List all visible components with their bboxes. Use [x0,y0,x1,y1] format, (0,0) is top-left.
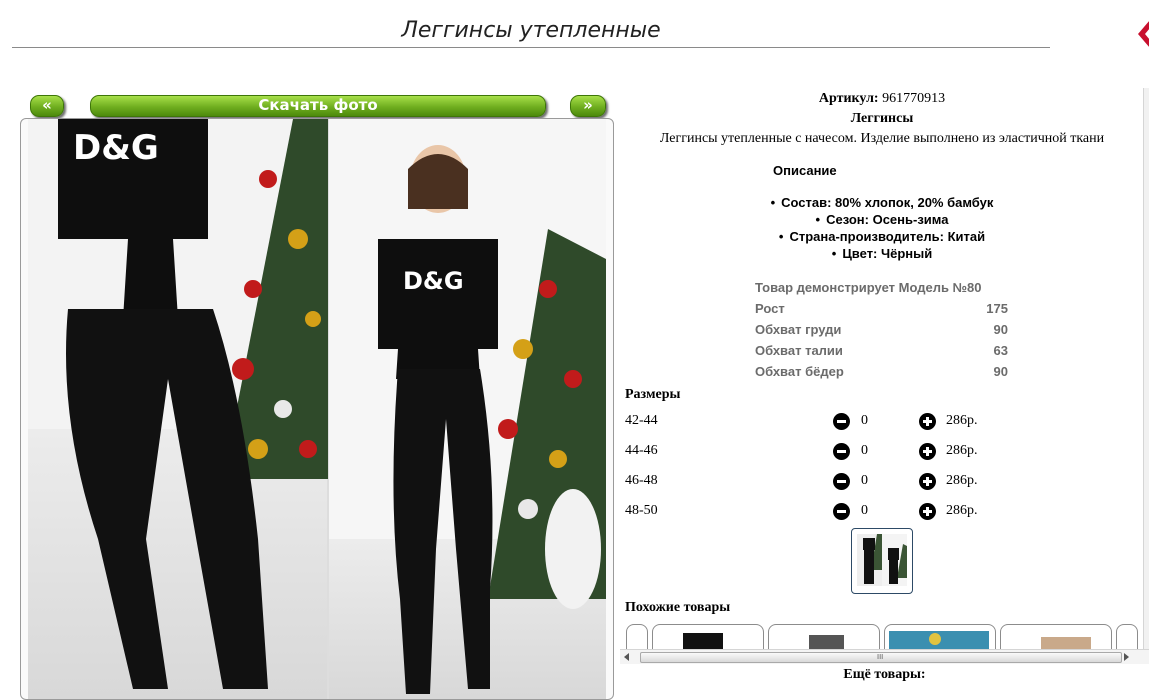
scroll-left-icon[interactable] [624,653,629,661]
scrollbar-thumb[interactable]: III [640,652,1122,663]
size-row: 42-44 0 286р. [625,409,1144,431]
measurement-value: 63 [993,343,1008,358]
size-price: 286р. [946,413,978,428]
description-heading: Описание [773,163,837,178]
plus-circle-icon[interactable] [919,503,936,520]
measurement-label: Рост [755,301,785,316]
title-divider [12,47,1050,48]
scroll-right-icon[interactable] [1124,653,1129,661]
size-row: 44-46 0 286р. [625,439,1144,461]
measurement-value: 90 [993,364,1008,379]
measurement-label: Обхват бёдер [755,364,844,379]
measurement-value [986,277,1008,298]
size-price: 286р. [946,503,978,518]
similar-product-card[interactable] [884,624,996,650]
feature-item: Сезон: Осень-зима [620,211,1144,228]
size-label: 44-46 [625,443,658,458]
size-price: 286р. [946,473,978,488]
measurement-value: 175 [986,301,1008,316]
measurement-row: Обхват груди 90 [755,319,1008,340]
measurement-value: 90 [993,322,1008,337]
measurement-row: Рост 175 [755,298,1008,319]
prev-photo-button[interactable]: « [30,95,64,117]
similar-product-image [683,633,723,650]
size-label: 46-48 [625,473,658,488]
article-line: Артикул: 961770913 [620,91,1144,107]
similar-product-image [889,631,989,650]
size-quantity: 0 [861,473,868,488]
model-measurements-table: Товар демонстрирует Модель №80 Рост 175 … [755,277,1008,382]
plus-circle-icon[interactable] [919,413,936,430]
plus-circle-icon[interactable] [919,473,936,490]
article-label: Артикул: [818,91,879,106]
more-goods-heading: Ещё товары: [843,667,926,682]
size-row: 46-48 0 286р. [625,469,1144,491]
sizes-heading: Размеры [625,387,681,402]
product-info-panel: Артикул: 961770913 Леггинсы Леггинсы уте… [620,88,1144,650]
similar-product-image [1041,637,1091,650]
feature-list: Состав: 80% хлопок, 20% бамбук Сезон: Ос… [620,194,1144,262]
similar-product-card[interactable] [1000,624,1112,650]
size-label: 48-50 [625,503,658,518]
measurement-row: Обхват талии 63 [755,340,1008,361]
horizontal-scrollbar[interactable]: III [620,649,1149,664]
similar-products-heading: Похожие товары [625,600,731,615]
similar-product-card[interactable] [626,624,648,650]
thumbnail-image [857,534,907,586]
minus-circle-icon[interactable] [833,473,850,490]
photo-thumbnail[interactable] [851,528,913,594]
similar-product-card[interactable] [1116,624,1138,650]
download-photo-button[interactable]: Скачать фото [90,95,546,117]
feature-item: Цвет: Чёрный [620,245,1144,262]
size-row: 48-50 0 286р. [625,499,1144,521]
page-title: Леггинсы утепленные [401,18,661,43]
size-quantity: 0 [861,443,868,458]
similar-product-card[interactable] [768,624,880,650]
next-photo-button[interactable]: » [570,95,606,117]
product-short-description: Леггинсы утепленные с начесом. Изделие в… [659,131,1105,146]
svg-text:D&G: D&G [73,128,159,168]
product-photo[interactable]: D&G D&G [28,119,606,699]
similar-product-image [809,635,844,650]
minus-circle-icon[interactable] [833,443,850,460]
size-price: 286р. [946,443,978,458]
minus-circle-icon[interactable] [833,503,850,520]
article-value: 961770913 [882,91,946,106]
feature-item: Страна-производитель: Китай [620,228,1144,245]
close-icon[interactable] [1136,20,1149,48]
measurement-label: Товар демонстрирует Модель №80 [755,280,982,295]
scrollbar-grip: III [877,653,884,661]
similar-product-card[interactable] [652,624,764,650]
measurement-label: Обхват талии [755,343,843,358]
product-name: Леггинсы [850,111,914,126]
similar-products-strip [626,624,1139,650]
minus-circle-icon[interactable] [833,413,850,430]
product-photo-frame: D&G D&G [20,118,614,700]
measurement-row: Обхват бёдер 90 [755,361,1008,382]
measurement-row: Товар демонстрирует Модель №80 [755,277,1008,298]
size-quantity: 0 [861,503,868,518]
size-quantity: 0 [861,413,868,428]
size-label: 42-44 [625,413,658,428]
plus-circle-icon[interactable] [919,443,936,460]
feature-item: Состав: 80% хлопок, 20% бамбук [620,194,1144,211]
vertical-scrollbar[interactable] [1143,88,1149,650]
svg-text:D&G: D&G [403,267,464,295]
measurement-label: Обхват груди [755,322,842,337]
